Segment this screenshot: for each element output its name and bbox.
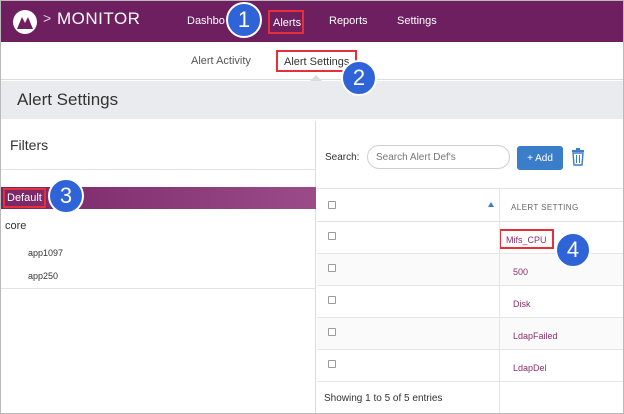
table-row[interactable]: LdapFailed: [317, 318, 623, 350]
filters-title: Filters: [10, 137, 49, 153]
page-title-bar: Alert Settings: [1, 81, 623, 119]
nav-item-alerts[interactable]: Alerts: [268, 10, 304, 34]
column-separator: [499, 188, 500, 413]
alert-setting-link[interactable]: LdapDel: [513, 363, 547, 373]
row-checkbox[interactable]: [328, 264, 336, 272]
alert-setting-link[interactable]: Mifs_CPU: [499, 229, 554, 249]
callout-badge-4: 4: [555, 232, 591, 268]
search-input[interactable]: [367, 145, 510, 169]
alert-setting-link[interactable]: LdapFailed: [513, 331, 558, 341]
monitor-logo-icon[interactable]: [13, 10, 37, 34]
divider: [1, 169, 316, 170]
alert-setting-link[interactable]: 500: [513, 267, 528, 277]
table-row[interactable]: LdapDel: [317, 350, 623, 382]
select-all-checkbox[interactable]: [328, 201, 336, 209]
tree-item-app1097[interactable]: app1097: [28, 248, 63, 258]
divider: [1, 288, 316, 289]
callout-badge-3: 3: [48, 178, 84, 214]
row-checkbox[interactable]: [328, 360, 336, 368]
callout-badge-1: 1: [226, 2, 262, 38]
alert-setting-link[interactable]: Disk: [513, 299, 531, 309]
trash-icon[interactable]: [571, 148, 585, 166]
column-header-alert-setting[interactable]: ALERT SETTING: [511, 203, 579, 212]
app-name: MONITOR: [57, 9, 141, 28]
sort-ascending-icon[interactable]: [488, 202, 494, 207]
top-navigation-bar: > MONITOR Dashbo Alerts Reports Settings: [1, 1, 623, 42]
tree-item-app250[interactable]: app250: [28, 271, 58, 281]
row-checkbox[interactable]: [328, 296, 336, 304]
nav-item-reports[interactable]: Reports: [329, 15, 368, 27]
table-info: Showing 1 to 5 of 5 entries: [324, 393, 443, 404]
tab-alert-activity[interactable]: Alert Activity: [191, 55, 251, 67]
filters-panel: Filters Default core app1097 app250: [1, 121, 316, 413]
tree-item-label: Default: [3, 188, 46, 208]
chevron-right-icon: >: [43, 10, 52, 26]
callout-badge-2: 2: [341, 60, 377, 96]
row-checkbox[interactable]: [328, 232, 336, 240]
table-header: ALERT SETTING: [317, 188, 623, 222]
nav-item-settings[interactable]: Settings: [397, 15, 437, 27]
nav-item-dashboard[interactable]: Dashbo: [187, 15, 225, 27]
tree-item-core[interactable]: core: [5, 220, 26, 232]
add-button[interactable]: + Add: [517, 146, 563, 170]
search-label: Search:: [325, 152, 360, 163]
page-title: Alert Settings: [17, 90, 119, 109]
table-row[interactable]: Disk: [317, 286, 623, 318]
row-checkbox[interactable]: [328, 328, 336, 336]
